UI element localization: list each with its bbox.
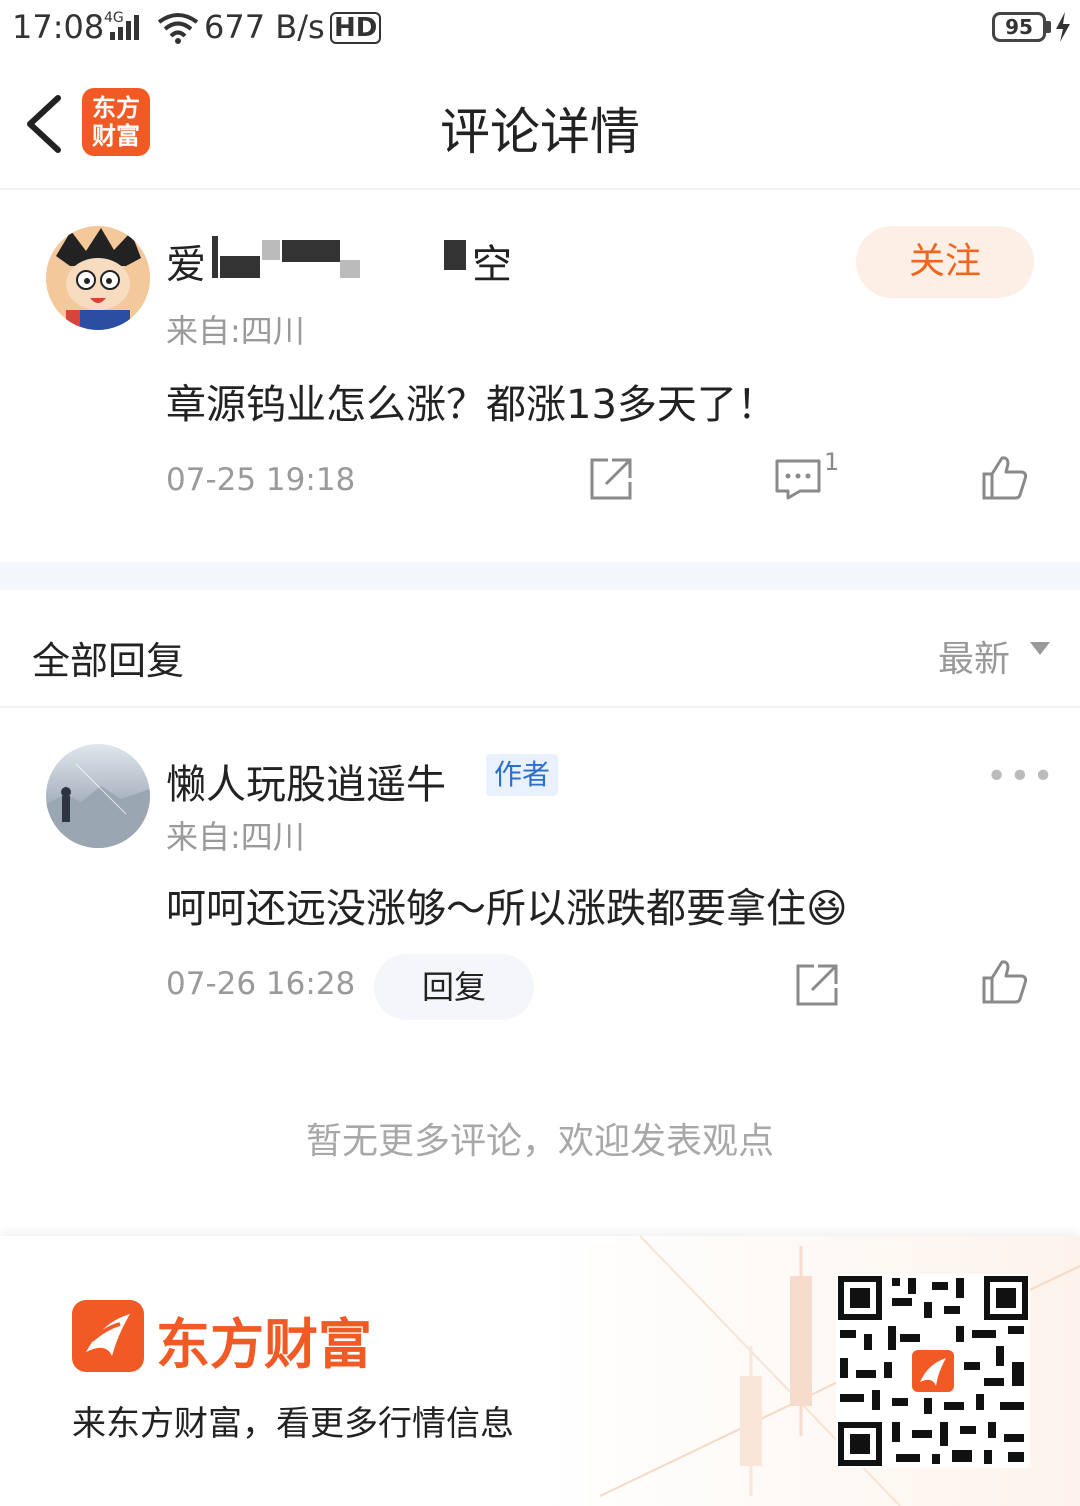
reply-location: 来自:四川 bbox=[166, 818, 305, 856]
username-redaction bbox=[444, 240, 466, 270]
post-location: 来自:四川 bbox=[166, 312, 305, 350]
post-content: 章源钨业怎么涨？都涨13多天了！ bbox=[166, 382, 777, 428]
thumbs-up-icon[interactable] bbox=[980, 958, 1030, 1004]
share-icon[interactable] bbox=[794, 962, 840, 1008]
avatar-image bbox=[46, 744, 150, 848]
post-username-prefix[interactable]: 爱 bbox=[166, 232, 206, 290]
section-divider bbox=[0, 562, 1080, 590]
hd-icon: HD bbox=[330, 12, 382, 44]
reply-button[interactable]: 回复 bbox=[374, 954, 534, 1020]
reply-content-text: 呵呵还远没涨够～所以涨跌都要拿住 bbox=[166, 886, 806, 932]
post-timestamp: 07-25 19:18 bbox=[166, 462, 356, 498]
footer-brand-name: 东方财富 bbox=[156, 1313, 372, 1376]
username-redaction bbox=[282, 240, 340, 262]
sort-dropdown[interactable]: 最新 bbox=[938, 630, 1010, 682]
follow-button[interactable]: 关注 bbox=[856, 226, 1034, 298]
reply-avatar[interactable] bbox=[46, 744, 150, 848]
post-username-suffix[interactable]: 空 bbox=[472, 232, 512, 290]
username-redaction bbox=[220, 256, 260, 278]
charging-icon bbox=[1056, 12, 1070, 42]
battery-tip bbox=[1046, 21, 1051, 33]
username-redaction bbox=[262, 240, 280, 260]
laughing-emoji-icon: 😆 bbox=[806, 886, 848, 932]
status-bar: 17:08 4G 677 B/s HD 95 bbox=[0, 0, 1080, 56]
reply-timestamp: 07-26 16:28 bbox=[166, 966, 356, 1002]
more-options-icon[interactable]: ••• bbox=[986, 756, 1056, 797]
header: 东方 财富 评论详情 bbox=[0, 56, 1080, 190]
signal-icon bbox=[110, 15, 139, 40]
qr-code bbox=[836, 1274, 1030, 1468]
battery-icon: 95 bbox=[992, 12, 1046, 42]
thumbs-up-icon[interactable] bbox=[980, 454, 1030, 500]
network-speed: 677 B/s bbox=[204, 8, 325, 46]
comment-count: 1 bbox=[824, 448, 840, 476]
divider-line bbox=[0, 706, 1080, 708]
caret-down-icon[interactable] bbox=[1030, 642, 1050, 656]
promo-banner[interactable]: 东方财富 来东方财富，看更多行情信息 bbox=[0, 1236, 1080, 1506]
qr-code-image bbox=[836, 1274, 1030, 1468]
avatar-image bbox=[46, 226, 150, 330]
brand-logo-icon bbox=[72, 1300, 144, 1372]
comment-icon[interactable] bbox=[774, 458, 822, 500]
author-badge: 作者 bbox=[486, 754, 558, 796]
username-redaction bbox=[340, 260, 360, 278]
status-time: 17:08 bbox=[12, 8, 105, 46]
username-redaction bbox=[212, 236, 218, 278]
reply-content: 呵呵还远没涨够～所以涨跌都要拿住😆 bbox=[166, 876, 848, 934]
reply-username[interactable]: 懒人玩股逍遥牛 bbox=[166, 752, 446, 810]
empty-comments-note: 暂无更多评论，欢迎发表观点 bbox=[305, 1121, 774, 1162]
share-icon[interactable] bbox=[588, 456, 634, 502]
replies-section-title: 全部回复 bbox=[32, 639, 185, 683]
wifi-icon bbox=[157, 13, 199, 44]
post-avatar[interactable] bbox=[46, 226, 150, 330]
page-title: 评论详情 bbox=[440, 103, 640, 161]
footer-slogan: 来东方财富，看更多行情信息 bbox=[72, 1404, 514, 1444]
